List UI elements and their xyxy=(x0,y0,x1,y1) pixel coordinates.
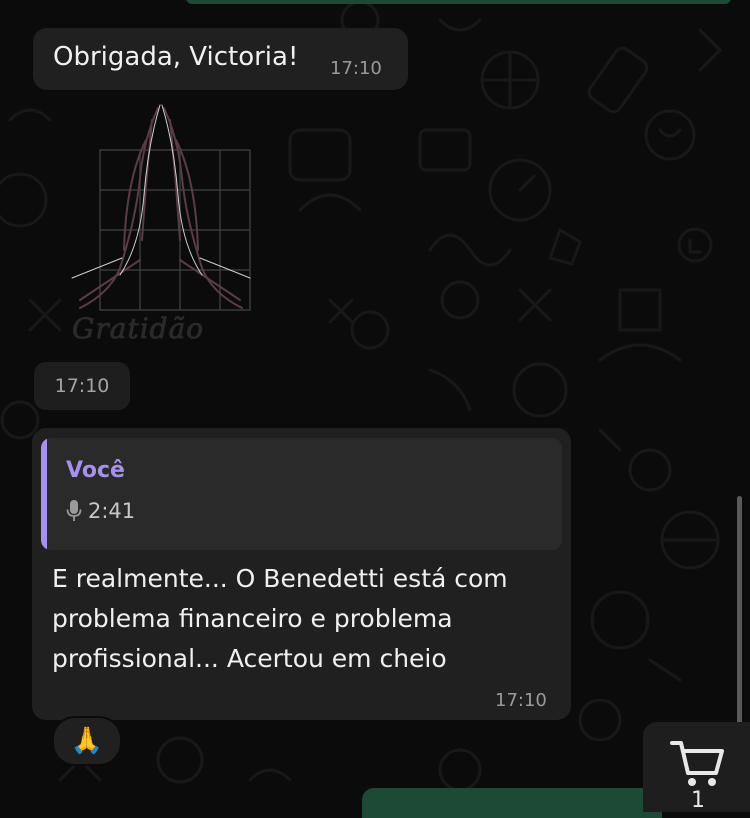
next-outgoing-message-edge xyxy=(362,788,662,818)
previous-outgoing-message-edge xyxy=(186,0,731,4)
praying-hands-drawing xyxy=(71,104,251,311)
incoming-message-bubble[interactable]: Obrigada, Victoria! 17:10 xyxy=(33,28,408,90)
cart-count: 1 xyxy=(691,788,705,813)
scrollbar[interactable] xyxy=(737,496,742,728)
audio-duration: 2:41 xyxy=(88,499,136,523)
cart-icon xyxy=(670,741,724,786)
sticker-caption: Gratidão xyxy=(72,312,205,345)
message-text: Obrigada, Victoria! xyxy=(53,42,299,72)
quoted-message[interactable]: Você 2:41 xyxy=(41,438,562,550)
quoted-audio-info: 2:41 xyxy=(66,498,135,524)
incoming-message-bubble-with-reply[interactable]: Você 2:41 E realmente... O Benedetti est… xyxy=(32,428,571,720)
quote-author: Você xyxy=(66,458,125,483)
microphone-icon xyxy=(66,500,82,521)
quote-accent-bar xyxy=(41,438,47,550)
message-time: 17:10 xyxy=(330,58,382,79)
message-text: E realmente... O Benedetti está com prob… xyxy=(52,564,508,673)
message-reaction[interactable]: 🙏 xyxy=(52,716,122,766)
message-time: 17:10 xyxy=(495,690,547,711)
sticker-time: 17:10 xyxy=(34,362,130,410)
cart-button[interactable]: 1 xyxy=(643,722,750,813)
praying-hands-sticker[interactable]: Gratidão xyxy=(60,100,260,360)
